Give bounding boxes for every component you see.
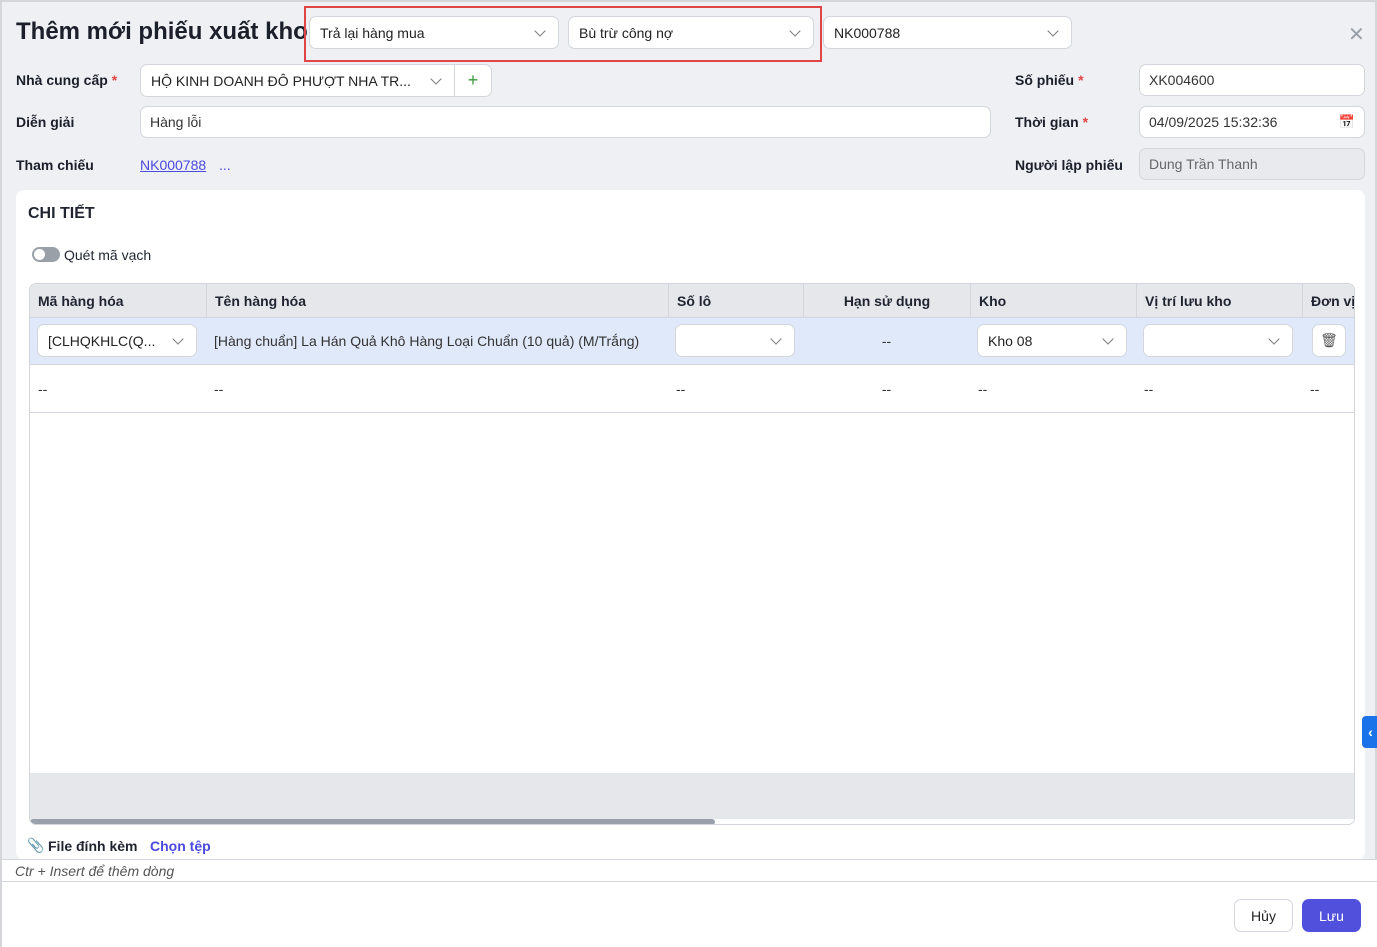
voucher-number-label: Số phiếu * [1015, 72, 1084, 88]
creator-input: Dung Trần Thanh [1139, 148, 1365, 180]
trash-icon: 🗑 [1320, 332, 1338, 348]
page-title: Thêm mới phiếu xuất kho [16, 18, 308, 45]
column-header: Vị trí lưu kho [1136, 284, 1231, 318]
item-code-value: [CLHQKHLC(Q... [48, 332, 156, 349]
time-value: 04/09/2025 15:32:36 [1149, 114, 1278, 130]
cell: -- [1310, 380, 1320, 397]
chevron-down-icon [172, 332, 184, 345]
detail-title: CHI TIẾT [28, 205, 95, 222]
chevron-down-icon [430, 72, 442, 85]
save-button[interactable]: Lưu [1302, 899, 1361, 932]
column-header: Kho [970, 284, 1006, 318]
lot-select[interactable] [675, 324, 795, 357]
voucher-number-input[interactable]: XK004600 [1139, 64, 1365, 96]
chevron-down-icon [1102, 332, 1114, 345]
description-input[interactable]: Hàng lỗi [140, 106, 991, 138]
reference-more-link[interactable]: ... [219, 157, 231, 173]
cancel-button[interactable]: Hủy [1234, 899, 1293, 932]
barcode-label: Quét mã vạch [64, 247, 152, 263]
table-footer [30, 773, 1354, 819]
attachment-label: File đính kèm [48, 838, 138, 854]
table-row[interactable]: [CLHQKHLC(Q... [Hàng chuẩn] La Hán Quả K… [30, 318, 1354, 365]
supplier-label: Nhà cung cấp * [16, 72, 118, 88]
footer-bar [2, 882, 1377, 947]
add-supplier-button[interactable]: + [454, 64, 492, 97]
time-label: Thời gian * [1015, 114, 1089, 130]
description-label: Diễn giải [16, 114, 75, 130]
column-header: Số lô [668, 284, 711, 318]
creator-label: Người lập phiếu [1015, 157, 1123, 173]
horizontal-scrollbar[interactable] [30, 819, 715, 824]
column-header: Hạn sử dụng [803, 284, 970, 318]
highlight-box [304, 6, 822, 62]
chevron-down-icon [1047, 24, 1059, 37]
column-header: Tên hàng hóa [206, 284, 306, 318]
warehouse-value: Kho 08 [988, 332, 1033, 349]
cell: -- [214, 380, 224, 397]
cell: -- [1144, 380, 1154, 397]
column-header: Đơn vị [1302, 284, 1354, 318]
barcode-toggle[interactable] [32, 247, 60, 262]
item-code-select[interactable]: [CLHQKHLC(Q... [37, 324, 197, 357]
supplier-value: HỘ KINH DOANH ĐÔ PHƯỢT NHA TR... [151, 72, 411, 89]
close-icon[interactable]: ✕ [1348, 22, 1365, 47]
cell: -- [881, 380, 892, 397]
dialog: Thêm mới phiếu xuất kho Trả lại hàng mua… [0, 0, 1377, 947]
reference-label: Tham chiếu [16, 157, 94, 173]
supplier-select[interactable]: HỘ KINH DOANH ĐÔ PHƯỢT NHA TR... [140, 64, 455, 97]
reference-link[interactable]: NK000788 [140, 157, 206, 173]
reference-select[interactable]: NK000788 [823, 16, 1072, 49]
location-select[interactable] [1143, 324, 1293, 357]
calendar-icon[interactable]: 📅 [1339, 114, 1355, 130]
cell: -- [676, 380, 686, 397]
warehouse-select[interactable]: Kho 08 [977, 324, 1127, 357]
table-row[interactable]: -- -- -- -- -- -- -- [30, 365, 1354, 413]
shortcut-hint: Ctr + Insert để thêm dòng [2, 859, 1377, 882]
delete-row-button[interactable]: 🗑 [1312, 324, 1346, 357]
cell: -- [978, 380, 988, 397]
chevron-down-icon [1268, 332, 1280, 345]
side-panel-toggle[interactable]: ‹ [1362, 716, 1377, 748]
item-name: [Hàng chuẩn] La Hán Quả Khô Hàng Loại Ch… [214, 333, 640, 349]
choose-file-link[interactable]: Chọn tệp [150, 838, 211, 854]
paperclip-icon: 📎 [27, 837, 45, 853]
cell: -- [38, 380, 48, 397]
expiry-value: -- [881, 333, 892, 349]
table-header: Mã hàng hóa Tên hàng hóa Số lô Hạn sử dụ… [30, 284, 1354, 318]
time-input[interactable]: 04/09/2025 15:32:36 📅 [1139, 106, 1365, 138]
chevron-down-icon [770, 332, 782, 345]
reference-value: NK000788 [834, 24, 901, 41]
column-header: Mã hàng hóa [38, 293, 124, 309]
items-table: Mã hàng hóa Tên hàng hóa Số lô Hạn sử dụ… [29, 283, 1355, 825]
chevron-left-icon: ‹ [1368, 724, 1373, 740]
